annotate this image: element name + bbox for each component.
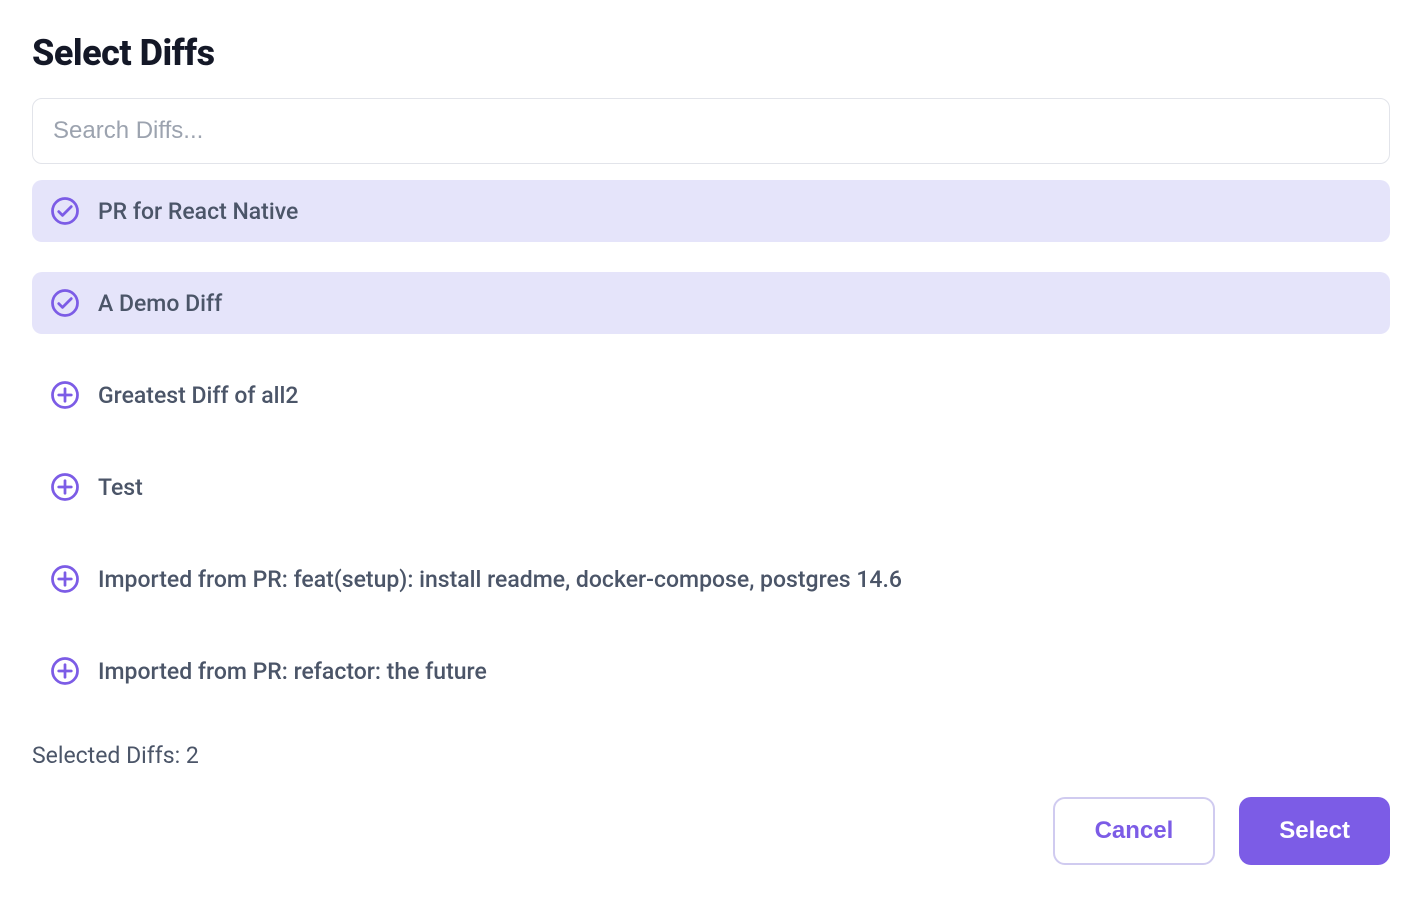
diff-item[interactable]: Greatest Diff of all2: [32, 364, 1390, 426]
search-input[interactable]: [32, 98, 1390, 164]
diff-item-label: Greatest Diff of all2: [98, 382, 298, 409]
diff-item[interactable]: A Demo Diff: [32, 272, 1390, 334]
diff-item-label: A Demo Diff: [98, 290, 222, 317]
plus-circle-icon: [50, 472, 80, 502]
plus-circle-icon: [50, 656, 80, 686]
diff-item-label: Imported from PR: feat(setup): install r…: [98, 566, 902, 593]
selected-count: Selected Diffs: 2: [32, 742, 1390, 769]
check-circle-icon: [50, 196, 80, 226]
diff-item-label: Test: [98, 474, 143, 501]
diff-item-label: Imported from PR: refactor: the future: [98, 658, 487, 685]
select-button[interactable]: Select: [1239, 797, 1390, 865]
button-row: Cancel Select: [32, 797, 1390, 865]
plus-circle-icon: [50, 564, 80, 594]
cancel-button[interactable]: Cancel: [1053, 797, 1216, 865]
diff-item[interactable]: Test: [32, 456, 1390, 518]
page-title: Select Diffs: [32, 32, 1390, 74]
diff-item-label: PR for React Native: [98, 198, 298, 225]
diff-item[interactable]: Imported from PR: feat(setup): install r…: [32, 548, 1390, 610]
diff-item[interactable]: Imported from PR: refactor: the future: [32, 640, 1390, 702]
diff-item[interactable]: PR for React Native: [32, 180, 1390, 242]
plus-circle-icon: [50, 380, 80, 410]
diff-list: PR for React Native A Demo Diff Greatest…: [32, 180, 1390, 702]
check-circle-icon: [50, 288, 80, 318]
